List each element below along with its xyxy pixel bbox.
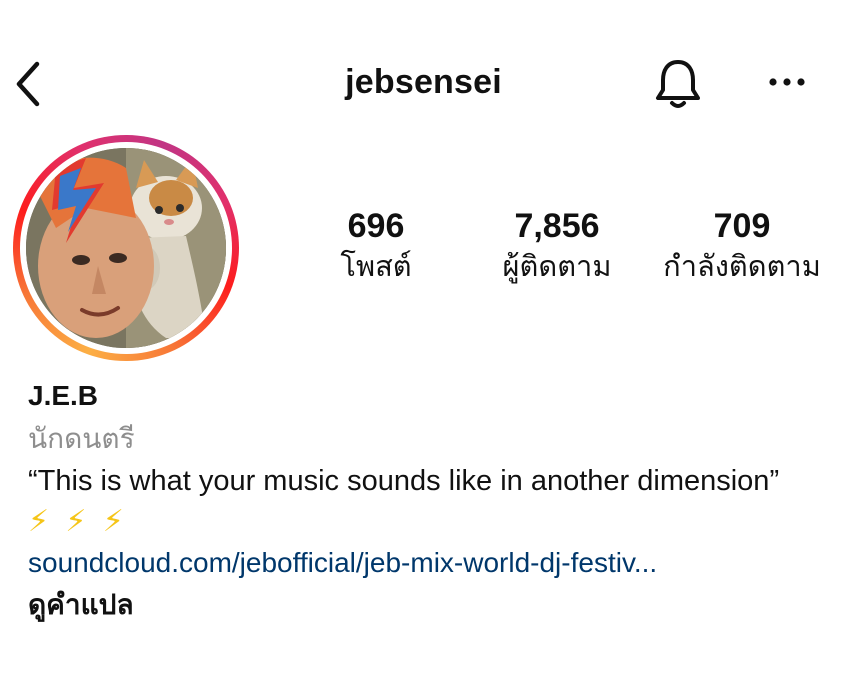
- display-name: J.E.B: [28, 380, 99, 411]
- profile-category: นักดนตรี: [28, 423, 135, 454]
- bio-text: “This is what your music sounds like in …: [28, 465, 780, 497]
- story-ring[interactable]: [13, 135, 239, 361]
- avatar-image: [26, 148, 226, 348]
- notifications-button[interactable]: [650, 56, 706, 112]
- bio-emoji: ⚡ ⚡ ⚡: [28, 505, 128, 538]
- stat-followers[interactable]: 7,856 ผู้ติดตาม: [486, 205, 628, 287]
- profile-bio: J.E.B นักดนตรี “This is what your music …: [28, 372, 828, 626]
- stat-followers-count: 7,856: [514, 207, 600, 245]
- more-options-button[interactable]: [762, 60, 812, 104]
- stat-following-label: กำลังติดตาม: [663, 251, 821, 283]
- see-translation-button[interactable]: ดูคำแปล: [28, 584, 828, 626]
- stat-following[interactable]: 709 กำลังติดตาม: [652, 205, 832, 287]
- bell-icon: [656, 60, 700, 108]
- bio-link[interactable]: soundcloud.com/jebofficial/jeb-mix-world…: [28, 542, 828, 584]
- more-horizontal-icon: [769, 78, 805, 86]
- stat-posts-label: โพสต์: [340, 251, 412, 283]
- avatar: [26, 148, 226, 348]
- stat-posts[interactable]: 696 โพสต์: [316, 205, 436, 287]
- stat-posts-count: 696: [347, 207, 405, 245]
- stat-followers-label: ผู้ติดตาม: [502, 251, 612, 283]
- stat-following-count: 709: [713, 207, 771, 245]
- profile-username: jebsensei: [345, 63, 502, 101]
